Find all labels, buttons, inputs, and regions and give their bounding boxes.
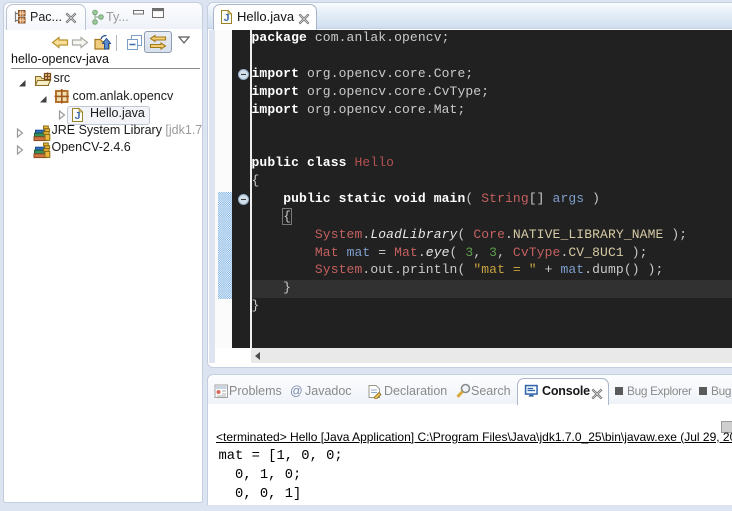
svg-text:J: J xyxy=(75,110,81,122)
svg-text:J: J xyxy=(224,12,230,24)
